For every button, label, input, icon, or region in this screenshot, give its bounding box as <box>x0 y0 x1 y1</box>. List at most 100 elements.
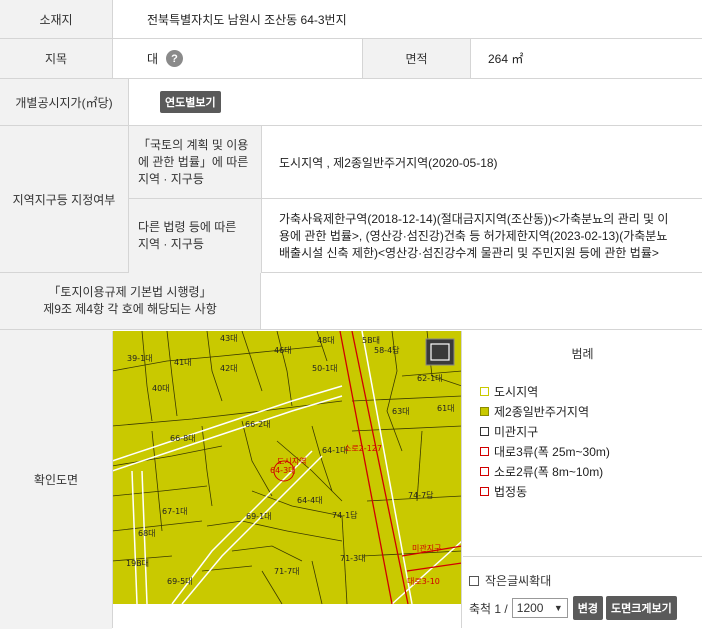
category-label: 지목 <box>44 52 68 66</box>
area-value-cell: 264 ㎡ <box>470 39 702 78</box>
legend-swatch-city <box>480 386 489 396</box>
svg-text:42대: 42대 <box>220 364 238 373</box>
national-label-line2: 에 관한 법률」에 따른 <box>138 154 249 169</box>
legend-swatch-residential <box>480 406 489 416</box>
legend-item-minor-road: 소로2류(폭 8m~10m) <box>480 461 702 481</box>
svg-text:64-3대: 64-3대 <box>270 466 296 475</box>
svg-text:67-1대: 67-1대 <box>162 507 188 516</box>
zoning-row: 지역지구등 지정여부 「국토의 계획 및 이용 에 관한 법률」에 따른 지역 … <box>0 126 702 273</box>
price-row: 개별공시지가(㎡당) 연도별보기 <box>0 79 702 126</box>
area-label: 면적 <box>405 52 428 66</box>
category-value: 대 <box>147 52 159 66</box>
yearly-view-button[interactable]: 연도별보기 <box>160 91 221 113</box>
price-header: 개별공시지가(㎡당) <box>0 79 128 125</box>
svg-text:66-2대: 66-2대 <box>245 420 271 429</box>
location-header: 소재지 <box>0 0 112 38</box>
price-label: 개별공시지가(㎡당) <box>15 95 113 110</box>
legend-swatch-legal-dong <box>480 486 489 496</box>
map-controls: 작은글씨확대 축척 1 / 1200 ▼ 변경 도면크게보기 <box>463 556 702 628</box>
location-value-cell: 전북특별자치도 남원시 조산동 64-3번지 <box>112 0 702 38</box>
legend-item-major-road: 대로3류(폭 25m~30m) <box>480 441 702 461</box>
enforcement-label-line1: 「토지이용규제 기본법 시행령」 <box>48 285 212 299</box>
svg-text:19B대: 19B대 <box>126 559 149 568</box>
location-value: 전북특별자치도 남원시 조산동 64-3번지 <box>147 12 347 27</box>
svg-text:48대: 48대 <box>317 336 335 345</box>
enforcement-row: 「토지이용규제 기본법 시행령」 제9조 제4항 각 호에 해당되는 사항 <box>0 273 702 330</box>
location-row: 소재지 전북특별자치도 남원시 조산동 64-3번지 <box>0 0 702 39</box>
zoning-label: 지역지구등 지정여부 <box>12 192 116 207</box>
legend-label: 소로2류(폭 8m~10m) <box>494 464 604 479</box>
national-zoning-value-cell: 도시지역 , 제2종일반주거지역(2020-05-18) <box>261 126 702 198</box>
other-zoning-value-cell: 가축사육제한구역(2018-12-14)(절대금지지역(조산동))<가축분뇨의 … <box>261 199 702 273</box>
enlarge-map-button[interactable]: 도면크게보기 <box>606 596 677 620</box>
scale-prefix: 축척 1 / <box>469 601 508 616</box>
svg-text:68대: 68대 <box>138 529 156 538</box>
svg-text:도시지역: 도시지역 <box>277 456 306 466</box>
zoom-text-option[interactable]: 작은글씨확대 <box>469 572 551 589</box>
svg-text:74-1답: 74-1답 <box>332 510 358 520</box>
map-header: 확인도면 <box>0 330 112 629</box>
svg-text:43대: 43대 <box>220 334 238 343</box>
change-scale-button[interactable]: 변경 <box>572 596 604 620</box>
national-zoning-header: 「국토의 계획 및 이용 에 관한 법률」에 따른 지역 · 지구등 <box>129 126 261 198</box>
zoom-text-label: 작은글씨확대 <box>485 574 552 588</box>
legend-label: 제2종일반주거지역 <box>494 404 589 419</box>
svg-text:74-7답: 74-7답 <box>408 490 434 500</box>
scale-select[interactable]: 1200 ▼ <box>511 598 568 618</box>
other-label-line2: 지역 · 지구등 <box>138 237 204 251</box>
svg-text:69-1대: 69-1대 <box>246 512 272 521</box>
other-label-line1: 다른 법령 등에 따른 <box>138 220 237 234</box>
svg-text:41대: 41대 <box>174 358 192 367</box>
legend-label: 미관지구 <box>494 424 539 439</box>
legend-list: 도시지역 제2종일반주거지역 미관지구 대로3류(폭 25m~30m) 소로2류… <box>480 381 702 501</box>
area-value: 264 ㎡ <box>488 52 524 66</box>
zoning-header: 지역지구등 지정여부 <box>0 126 128 272</box>
scale-value: 1200 <box>516 601 544 615</box>
legend-swatch-major-road <box>480 446 489 456</box>
legend-label: 도시지역 <box>494 384 539 399</box>
location-label: 소재지 <box>39 12 73 27</box>
svg-text:71-7대: 71-7대 <box>274 567 300 576</box>
svg-text:46대: 46대 <box>274 346 292 355</box>
zoom-text-checkbox[interactable] <box>469 575 479 586</box>
svg-text:63대: 63대 <box>392 407 410 416</box>
svg-text:39-1대: 39-1대 <box>127 354 153 363</box>
other-zoning-line2: 용에 관한 법률>, (영산강·섬진강)건축 등 허가제한지역(2023-02-… <box>279 228 668 243</box>
svg-text:69-5대: 69-5대 <box>167 577 193 586</box>
legend-swatch-scenic <box>480 426 489 436</box>
other-zoning-subrow: 다른 법령 등에 따른 지역 · 지구등 가축사육제한구역(2018-12-14… <box>128 199 702 273</box>
svg-text:62-1대: 62-1대 <box>417 374 443 383</box>
legend-item-scenic: 미관지구 <box>480 421 702 441</box>
cadastral-map[interactable]: 39-1대 41대 43대 42대 46대 48대 5B대 58-4답 62-1… <box>112 331 462 604</box>
cadastral-map-svg: 39-1대 41대 43대 42대 46대 48대 5B대 58-4답 62-1… <box>112 331 462 604</box>
svg-text:61대: 61대 <box>437 404 455 413</box>
legend-item-city: 도시지역 <box>480 381 702 401</box>
price-value-cell: 연도별보기 <box>128 79 702 125</box>
svg-text:미관지구: 미관지구 <box>412 543 441 553</box>
enforcement-header: 「토지이용규제 기본법 시행령」 제9조 제4항 각 호에 해당되는 사항 <box>0 273 260 329</box>
legend-panel: 범례 도시지역 제2종일반주거지역 미관지구 대로3류(폭 25m~30m) 소… <box>463 331 702 555</box>
svg-text:대로3-10: 대로3-10 <box>407 577 440 586</box>
national-zoning-value: 도시지역 , 제2종일반주거지역(2020-05-18) <box>279 155 498 170</box>
legend-title: 범례 <box>571 347 594 361</box>
svg-text:58-4답: 58-4답 <box>374 345 400 355</box>
enforcement-value-cell <box>260 273 702 329</box>
help-icon[interactable]: ? <box>166 50 184 67</box>
legend-label: 대로3류(폭 25m~30m) <box>494 444 610 459</box>
national-label-line1: 「국토의 계획 및 이용 <box>138 137 249 152</box>
legend-label: 법정동 <box>494 484 528 499</box>
national-label-line3: 지역 · 지구등 <box>138 171 204 186</box>
other-zoning-line1: 가축사육제한구역(2018-12-14)(절대금지지역(조산동))<가축분뇨의 … <box>279 211 669 226</box>
national-zoning-subrow: 「국토의 계획 및 이용 에 관한 법률」에 따른 지역 · 지구등 도시지역 … <box>128 126 702 199</box>
legend-item-residential: 제2종일반주거지역 <box>480 401 702 421</box>
svg-text:소로2-127: 소로2-127 <box>344 444 382 453</box>
map-label: 확인도면 <box>33 473 79 487</box>
scale-row: 축척 1 / 1200 ▼ 변경 도면크게보기 <box>469 596 680 620</box>
area-header: 면적 <box>362 39 470 78</box>
map-expand-icon <box>425 338 455 366</box>
svg-text:5B대: 5B대 <box>362 336 380 345</box>
legend-swatch-minor-road <box>480 466 489 476</box>
enforcement-label-line2: 제9조 제4항 각 호에 해당되는 사항 <box>43 302 217 316</box>
category-value-cell: 대 ? <box>112 39 362 78</box>
svg-text:71-3대: 71-3대 <box>340 554 366 563</box>
